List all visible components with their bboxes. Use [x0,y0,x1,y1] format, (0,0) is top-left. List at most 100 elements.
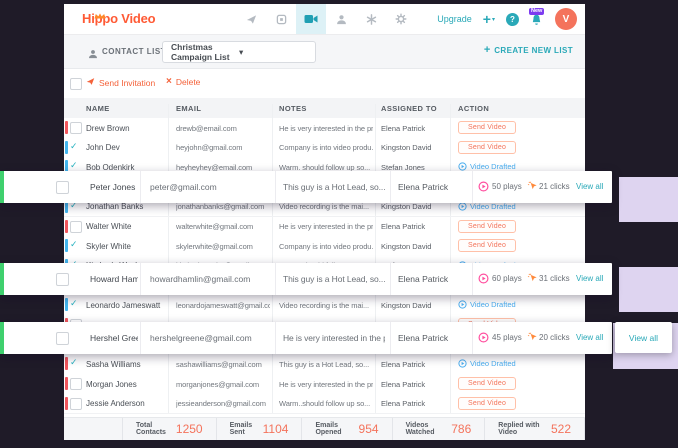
view-all-link[interactable]: View all [576,182,610,191]
send-icon [86,77,95,88]
column-divider [375,236,376,256]
assigned-to: Kingston David [381,242,447,251]
crown-icon [94,6,106,24]
video-drafted-status[interactable]: Video Drafted [458,300,516,309]
send-video-button[interactable]: Send Video [458,377,516,390]
column-divider [168,374,169,394]
settings-icon[interactable] [386,4,416,34]
delete-label: Delete [176,77,201,87]
row-checkbox[interactable] [56,273,69,286]
avatar[interactable]: V [555,8,577,30]
row-checkbox[interactable] [70,221,82,233]
send-icon[interactable] [236,4,266,34]
help-button[interactable]: ? [506,13,519,26]
video-drafted-status[interactable]: Video Drafted [458,359,516,368]
contacts-icon[interactable] [326,4,356,34]
column-divider [272,354,273,374]
table-row: Jessie Andersonjessieanderson@gmail.comW… [64,394,585,415]
column-divider [375,394,376,414]
assigned-to: Elena Patrick [381,399,447,408]
row-checkbox[interactable] [70,378,82,390]
contact-notes: He is very interested in the prod... [279,124,373,133]
notifications-bell[interactable]: New [530,13,544,29]
contact-email: sashawilliams@gmail.com [176,360,270,369]
row-checkbox[interactable] [56,332,69,345]
column-divider [375,138,376,158]
send-video-button[interactable]: Send Video [458,220,516,233]
row-checkbox[interactable] [70,398,82,410]
table-row: Morgan Jonesmorganjones@gmail.comHe is v… [64,374,585,395]
table-row: ✓Skyler Whiteskylerwhite@gmail.comCompan… [64,236,585,257]
record-icon[interactable] [266,4,296,34]
contact-name: Walter White [86,222,164,231]
row-checkbox[interactable]: ✓ [70,358,78,367]
campaign-list-dropdown[interactable]: Christmas Campaign List ▾ [162,41,316,63]
list-toolbar: Send Invitation × Delete [64,68,585,98]
view-all-link[interactable]: View all [629,333,658,343]
select-all-checkbox[interactable] [70,78,82,90]
contact-email: morganjones@gmail.com [176,380,270,389]
contact-detail-overlay: Hershel Greenehershelgreene@gmail.comHe … [0,322,612,354]
send-video-button[interactable]: Send Video [458,239,516,252]
column-divider [272,138,273,158]
plays-count: 45 plays [492,333,528,342]
contact-email: leonardojameswatt@gmail.com [176,301,270,310]
row-checkbox[interactable] [56,181,69,194]
contact-notes: Company is into video produ... [279,143,373,152]
contact-notes: This guy is a Hot Lead, so... [279,360,373,369]
row-checkbox[interactable]: ✓ [70,161,78,170]
column-divider [272,295,273,315]
video-drafted-status[interactable]: Video Drafted [458,202,516,211]
row-checkbox[interactable] [70,122,82,134]
hippo-video-logo[interactable]: Hippo Video [82,10,155,30]
send-video-button[interactable]: Send Video [458,397,516,410]
stat-label: Replied with Video [498,422,546,436]
column-divider [272,374,273,394]
column-divider [472,171,473,203]
video-camera-icon[interactable] [296,4,326,34]
upgrade-link[interactable]: Upgrade [437,14,472,24]
column-header: EMAIL [176,104,201,113]
stat-value: 1250 [176,422,203,436]
table-row: Drew Browndrewb@email.comHe is very inte… [64,118,585,139]
delete-button[interactable]: × Delete [166,77,200,87]
column-divider [450,118,451,138]
create-new-list-button[interactable]: + CREATE NEW LIST [484,45,573,56]
column-divider [375,354,376,374]
background-window-fragment [619,267,678,312]
column-divider [168,138,169,158]
stats-footer: Total Contacts1250Emails Sent1104Emails … [64,417,585,440]
contact-name: Skyler White [86,242,164,251]
contact-name: Jonathan Banks [86,202,164,211]
contact-notes: Warm..should follow up so... [279,399,373,408]
overlay-accent-bar [0,322,4,354]
stat-label: Videos Watched [406,422,447,436]
contact-name: Hershel Greene [90,333,138,343]
cursor-click-icon [527,273,538,284]
contact-detail-overlay: Peter Jonespeter@gmail.comThis guy is a … [0,171,612,203]
add-new-button[interactable]: +▾ [483,12,495,26]
assigned-to: Kingston David [381,301,447,310]
contact-email: walterwhite@gmail.com [176,222,270,231]
plays-count: 50 plays [492,182,528,191]
row-checkbox[interactable]: ✓ [70,142,78,151]
stat-value: 954 [359,422,379,436]
column-divider [390,322,391,354]
column-divider [272,217,273,237]
table-row: ✓Leonardo Jameswattleonardojameswatt@gma… [64,295,585,316]
stat-label: Emails Opened [315,422,353,436]
row-checkbox[interactable]: ✓ [70,240,78,249]
column-divider [272,236,273,256]
column-divider [140,322,141,354]
view-all-link[interactable]: View all [576,274,610,283]
send-invitation-button[interactable]: Send Invitation [86,77,155,88]
send-video-button[interactable]: Send Video [458,121,516,134]
integrations-icon[interactable] [356,4,386,34]
row-checkbox[interactable]: ✓ [70,299,78,308]
send-video-button[interactable]: Send Video [458,141,516,154]
row-accent-bar [65,377,68,390]
column-divider [450,236,451,256]
stat-value: 522 [551,422,571,436]
view-all-link[interactable]: View all [576,333,610,342]
contact-name: Jessie Anderson [86,399,164,408]
